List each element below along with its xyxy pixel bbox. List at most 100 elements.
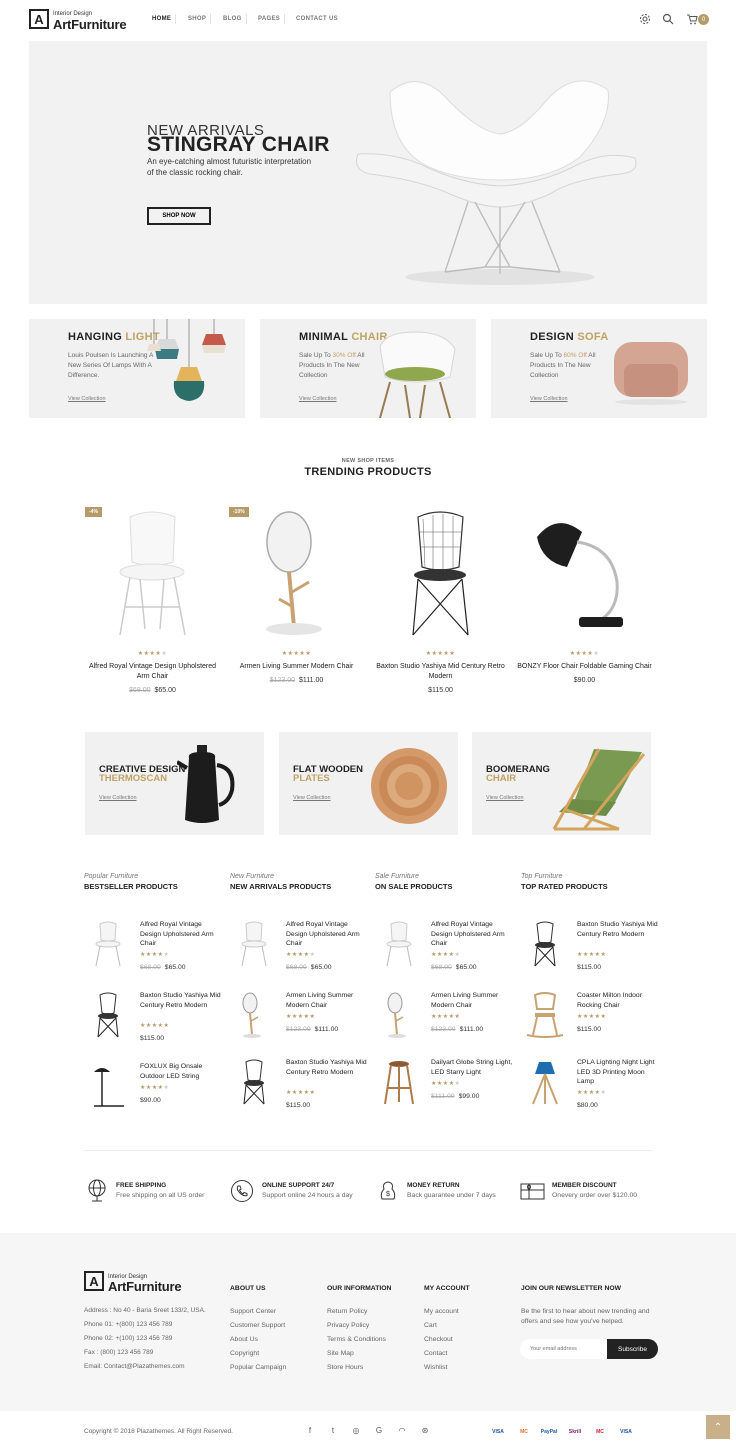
banner-minimal-chair[interactable]: MINIMAL CHAIR Sale Up To 30% Off All Pro… xyxy=(260,319,476,418)
product-name[interactable]: Armen Living Summer Modern Chair xyxy=(286,991,368,1010)
banner-wooden-plates[interactable]: FLAT WOODEN PLATES View Collection xyxy=(279,732,458,835)
product-name[interactable]: Armen Living Summer Modern Chair xyxy=(229,662,364,672)
footer-phone-1: Phone 01: +(800) 123 456 789 xyxy=(84,1321,173,1328)
nav-divider xyxy=(284,14,285,24)
footer-link[interactable]: Site Map xyxy=(327,1350,354,1357)
list-item[interactable]: Dailyart Globe String Light, LED Starry … xyxy=(375,1058,515,1118)
copyright: Copyright © 2018 Plazathemes. All Right … xyxy=(84,1428,233,1435)
dribbble-icon[interactable]: ⊛ xyxy=(420,1426,430,1435)
product-price: $115.00 xyxy=(286,1102,311,1109)
product-name[interactable]: Armen Living Summer Modern Chair xyxy=(431,991,513,1010)
view-collection-link[interactable]: View Collection xyxy=(299,396,337,402)
shop-now-button[interactable]: SHOP NOW xyxy=(147,207,211,225)
product-card[interactable]: -10% ★★★★★ Armen Living Summer Modern Ch… xyxy=(229,507,364,684)
product-card[interactable]: -4% ★★★★★ Alfred Royal Vintage Design Up… xyxy=(85,507,220,694)
money-icon: $ xyxy=(380,1181,396,1200)
discount-badge: -10% xyxy=(229,507,249,517)
list-item[interactable]: CPLA Lighting Night Light LED 3D Printin… xyxy=(521,1058,661,1118)
view-collection-link[interactable]: View Collection xyxy=(486,795,524,801)
product-name[interactable]: Baxton Studio Yashiya Mid Century Retro … xyxy=(577,920,659,939)
list-item[interactable]: Alfred Royal Vintage Design Upholstered … xyxy=(230,920,370,980)
footer-link[interactable]: Popular Campaign xyxy=(230,1364,286,1371)
banner-thermoscan[interactable]: CREATIVE DESIGN THERMOSCAN View Collectio… xyxy=(85,732,264,835)
nav-shop[interactable]: SHOP xyxy=(188,16,206,22)
rating-stars: ★★★★★ xyxy=(577,1090,607,1096)
gear-icon[interactable] xyxy=(639,13,651,25)
list-item[interactable]: FOXLUX Big Onsale Outdoor LED String ★★★… xyxy=(84,1062,224,1122)
list-item[interactable]: Alfred Royal Vintage Design Upholstered … xyxy=(84,920,224,980)
banner-boomerang-chair[interactable]: BOOMERANG CHAIR View Collection xyxy=(472,732,651,835)
product-name[interactable]: Baxton Studio Yashiya Mid Century Retro … xyxy=(373,662,508,682)
product-name[interactable]: Alfred Royal Vintage Design Upholstered … xyxy=(85,662,220,682)
list-title: BESTSELLER PRODUCTS xyxy=(84,882,178,891)
product-name[interactable]: CPLA Lighting Night Light LED 3D Printin… xyxy=(577,1058,659,1087)
footer-link[interactable]: Contact xyxy=(424,1350,447,1357)
banner-title: BOOMERANG CHAIR xyxy=(486,764,550,784)
footer-email[interactable]: Email: Contact@Plazathemes.com xyxy=(84,1363,185,1370)
armchair-image xyxy=(379,331,456,418)
footer-link[interactable]: Customer Support xyxy=(230,1322,285,1329)
list-item[interactable]: Baxton Studio Yashiya Mid Century Retro … xyxy=(230,1058,370,1118)
instagram-icon[interactable]: ◎ xyxy=(351,1426,361,1435)
product-name[interactable]: Coaster Milton Indoor Rocking Chair xyxy=(577,991,659,1010)
search-icon[interactable] xyxy=(662,13,674,25)
product-card[interactable]: ★★★★★ BONZY Floor Chair Foldable Gaming … xyxy=(517,507,652,684)
footer-link[interactable]: Store Hours xyxy=(327,1364,363,1371)
footer-col-title: MY ACCOUNT xyxy=(424,1285,470,1292)
product-name[interactable]: Alfred Royal Vintage Design Upholstered … xyxy=(286,920,368,949)
footer-link[interactable]: My account xyxy=(424,1308,459,1315)
product-image[interactable]: -4% xyxy=(85,507,220,642)
product-name[interactable]: FOXLUX Big Onsale Outdoor LED String xyxy=(140,1062,222,1081)
nav-pages[interactable]: PAGES xyxy=(258,16,280,22)
view-collection-link[interactable]: View Collection xyxy=(293,795,331,801)
facebook-icon[interactable]: f xyxy=(305,1426,315,1435)
list-item[interactable]: Coaster Milton Indoor Rocking Chair ★★★★… xyxy=(521,991,661,1051)
footer-link[interactable]: Support Center xyxy=(230,1308,276,1315)
footer-link[interactable]: About Us xyxy=(230,1336,258,1343)
view-collection-link[interactable]: View Collection xyxy=(99,795,137,801)
banner-design-sofa[interactable]: DESIGN SOFA Sale Up To 60% Off All Produ… xyxy=(491,319,707,418)
product-image[interactable] xyxy=(517,507,652,642)
view-collection-link[interactable]: View Collection xyxy=(68,396,106,402)
footer-link[interactable]: Terms & Conditions xyxy=(327,1336,386,1343)
nav-blog[interactable]: BLOG xyxy=(223,16,242,22)
rss-icon[interactable]: ◠ xyxy=(397,1426,407,1435)
product-name[interactable]: Baxton Studio Yashiya Mid Century Retro … xyxy=(140,991,222,1010)
product-name[interactable]: Alfred Royal Vintage Design Upholstered … xyxy=(140,920,222,949)
list-item[interactable]: Armen Living Summer Modern Chair ★★★★★ $… xyxy=(375,991,515,1051)
logo-text[interactable]: ArtFurniture xyxy=(53,17,127,32)
footer-logo-mark[interactable]: A xyxy=(84,1271,104,1291)
footer-link[interactable]: Privacy Policy xyxy=(327,1322,369,1329)
rating-stars: ★★★★★ xyxy=(286,952,316,958)
footer-link[interactable]: Copyright xyxy=(230,1350,259,1357)
back-to-top-button[interactable]: ⌃ xyxy=(706,1415,730,1439)
product-image[interactable] xyxy=(373,507,508,642)
footer-link[interactable]: Return Policy xyxy=(327,1308,367,1315)
product-image[interactable]: -10% xyxy=(229,507,364,642)
list-item[interactable]: Baxton Studio Yashiya Mid Century Retro … xyxy=(521,920,661,980)
google-icon[interactable]: G xyxy=(374,1426,384,1435)
sofa-image xyxy=(614,342,688,405)
logo-mark[interactable]: A xyxy=(29,9,49,29)
nav-contact[interactable]: CONTACT US xyxy=(296,16,338,22)
product-name[interactable]: Alfred Royal Vintage Design Upholstered … xyxy=(431,920,513,949)
banner-hanging-light[interactable]: HANGING LIGHT Louis Poulsen Is Launching… xyxy=(29,319,245,418)
product-name[interactable]: Dailyart Globe String Light, LED Starry … xyxy=(431,1058,513,1077)
list-subtitle: Top Furniture xyxy=(521,873,563,880)
product-name[interactable]: BONZY Floor Chair Foldable Gaming Chair xyxy=(517,662,652,672)
list-item[interactable]: Armen Living Summer Modern Chair ★★★★★ $… xyxy=(230,991,370,1051)
product-card[interactable]: ★★★★★ Baxton Studio Yashiya Mid Century … xyxy=(373,507,508,694)
list-item[interactable]: Alfred Royal Vintage Design Upholstered … xyxy=(375,920,515,980)
footer-link[interactable]: Cart xyxy=(424,1322,437,1329)
cart-icon[interactable] xyxy=(686,13,698,25)
footer-logo-text[interactable]: ArtFurniture xyxy=(108,1279,182,1294)
list-item[interactable]: Baxton Studio Yashiya Mid Century Retro … xyxy=(84,991,224,1051)
footer-link[interactable]: Checkout xyxy=(424,1336,453,1343)
twitter-icon[interactable]: t xyxy=(328,1426,338,1435)
newsletter-email-input[interactable] xyxy=(520,1339,610,1359)
subscribe-button[interactable]: Subscribe xyxy=(607,1339,658,1359)
view-collection-link[interactable]: View Collection xyxy=(530,396,568,402)
nav-home[interactable]: HOME xyxy=(152,16,171,22)
product-name[interactable]: Baxton Studio Yashiya Mid Century Retro … xyxy=(286,1058,368,1077)
footer-link[interactable]: Wishlist xyxy=(424,1364,447,1371)
